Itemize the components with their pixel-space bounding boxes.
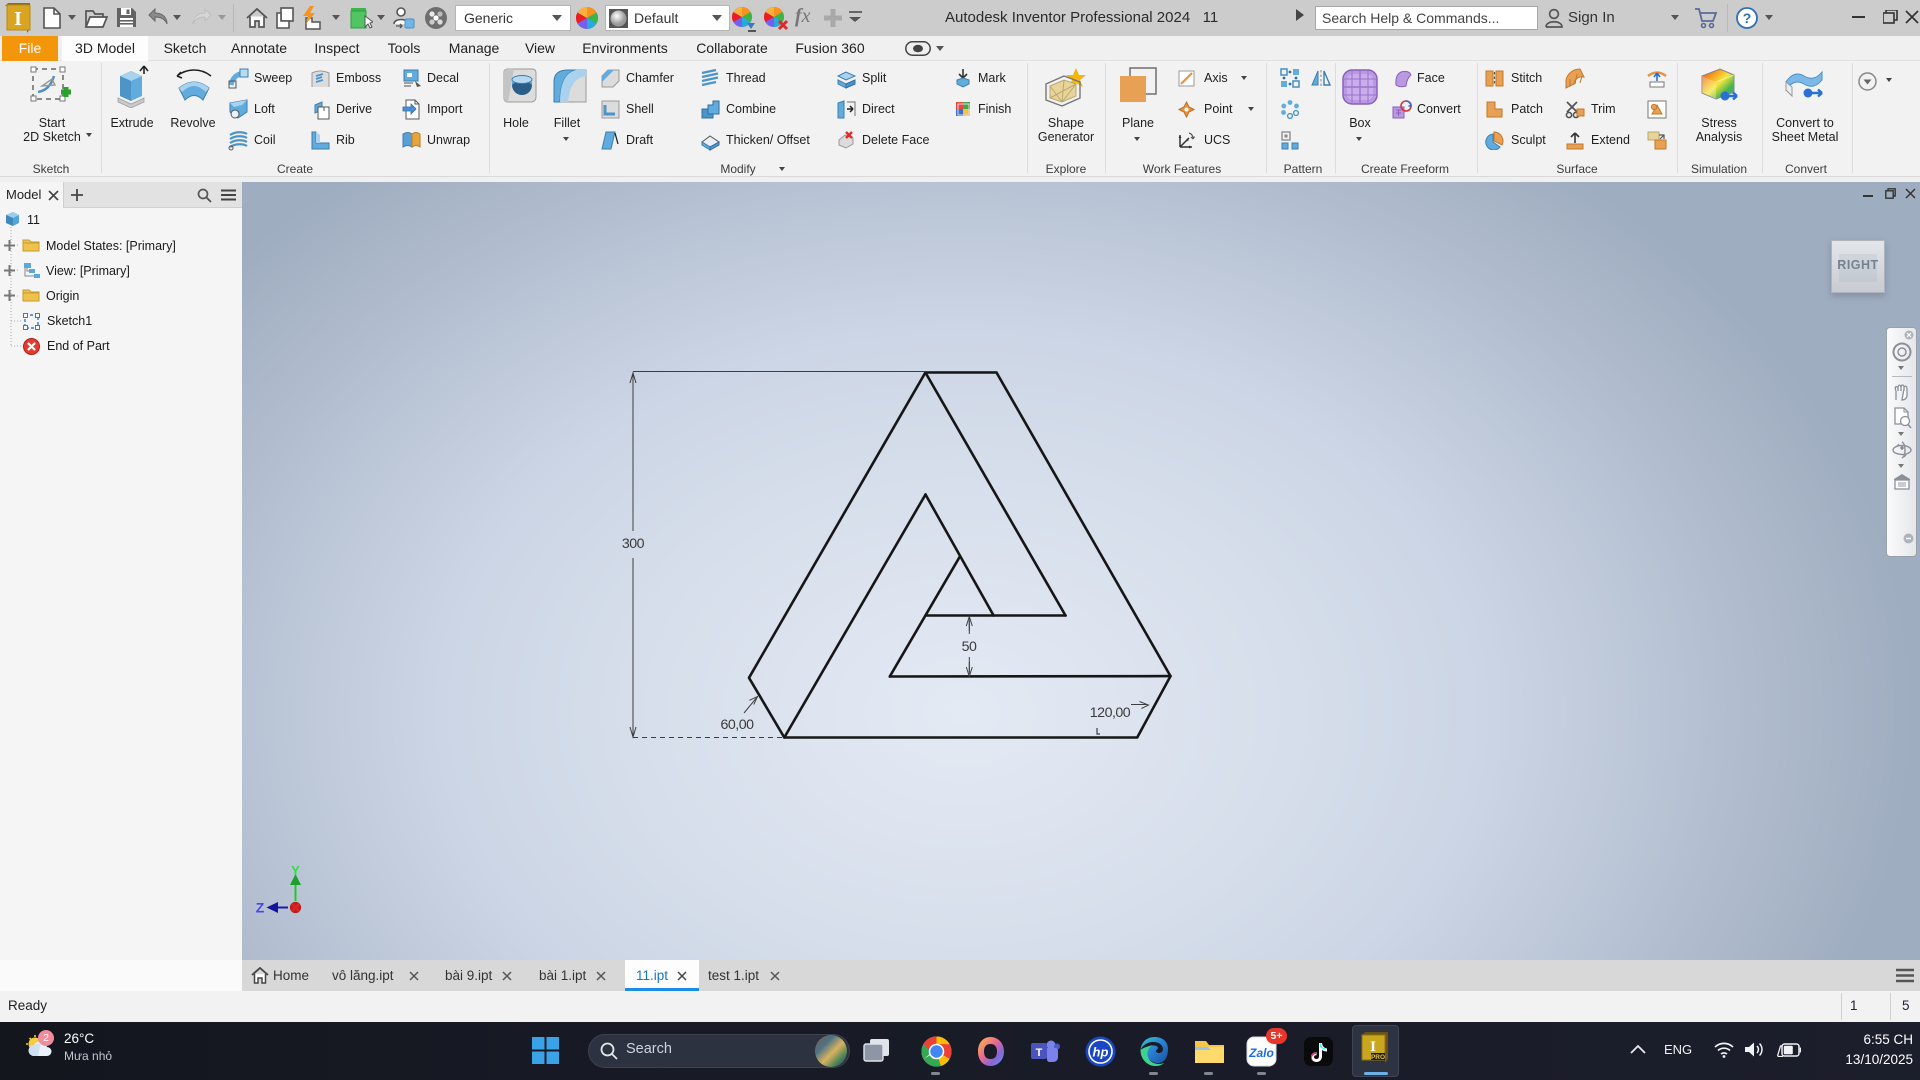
svg-text:300: 300 — [622, 536, 645, 552]
svg-text:I: I — [14, 8, 22, 30]
svg-text:Zalo: Zalo — [1248, 1046, 1274, 1060]
svg-text:120,00: 120,00 — [1090, 705, 1131, 721]
svg-text:I: I — [1370, 1039, 1376, 1055]
svg-text:Z: Z — [256, 900, 265, 916]
svg-text:?: ? — [1743, 10, 1752, 26]
svg-text:50: 50 — [962, 639, 977, 655]
svg-text:PRO: PRO — [1371, 1054, 1385, 1061]
svg-text:T: T — [1036, 1047, 1043, 1059]
svg-text:hp: hp — [1093, 1045, 1109, 1060]
svg-text:60,00: 60,00 — [720, 717, 754, 733]
